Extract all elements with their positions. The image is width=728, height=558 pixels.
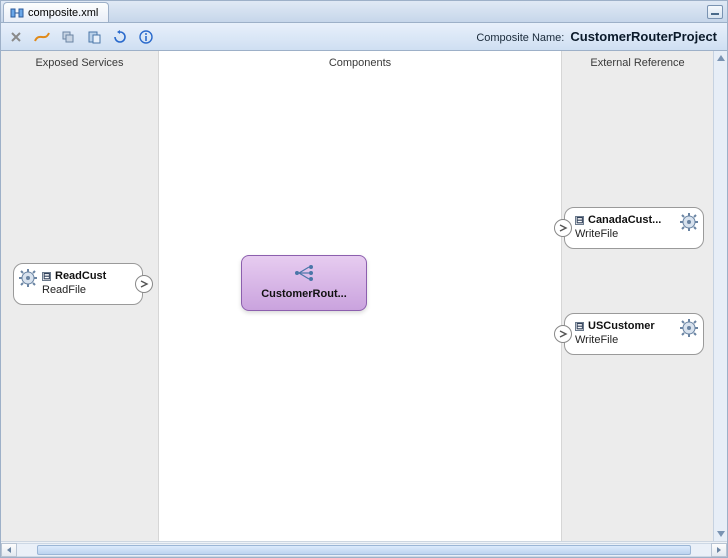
node-subtitle: ReadFile: [42, 284, 132, 296]
composite-name-value: CustomerRouterProject: [570, 29, 717, 44]
lane-exposed-services: Exposed Services ⊟ ReadCust ReadFile: [1, 51, 159, 541]
node-canada-customer[interactable]: ⊟ CanadaCust... WriteFile: [564, 207, 704, 249]
scroll-down-icon[interactable]: [716, 529, 726, 539]
node-title: ⊟ CanadaCust...: [575, 214, 675, 226]
tab-composite-xml[interactable]: composite.xml: [3, 2, 109, 22]
node-readcust[interactable]: ⊟ ReadCust ReadFile: [13, 263, 143, 305]
canvas-wrap: Exposed Services ⊟ ReadCust ReadFile: [1, 51, 727, 557]
design-canvas[interactable]: Exposed Services ⊟ ReadCust ReadFile: [1, 51, 727, 541]
vertical-scroll-gutter[interactable]: [713, 51, 727, 541]
lane-components: Components CustomerRout...: [159, 51, 561, 541]
node-title-text: CanadaCust...: [588, 214, 661, 226]
lane-external-reference: External Reference ⊟ CanadaCust... Write…: [561, 51, 713, 541]
node-subtitle: WriteFile: [575, 228, 675, 240]
collapse-icon[interactable]: ⊟: [575, 322, 584, 331]
node-subtitle: WriteFile: [575, 334, 675, 346]
scroll-up-icon[interactable]: [716, 53, 726, 63]
lane-header-exposed: Exposed Services: [1, 51, 158, 75]
horizontal-scrollbar[interactable]: [1, 541, 727, 557]
info-icon[interactable]: [137, 28, 155, 46]
node-title: ⊟ USCustomer: [575, 320, 675, 332]
scrollbar-track[interactable]: [17, 543, 711, 557]
scroll-left-button[interactable]: [1, 543, 17, 557]
input-port[interactable]: [554, 219, 572, 237]
lane-header-external: External Reference: [562, 51, 713, 75]
node-title: ⊟ ReadCust: [42, 270, 132, 282]
refresh-icon[interactable]: [111, 28, 129, 46]
node-us-customer[interactable]: ⊟ USCustomer WriteFile: [564, 313, 704, 355]
toolbar: Composite Name: CustomerRouterProject: [1, 23, 727, 51]
gear-icon: [18, 268, 38, 288]
delete-icon[interactable]: [7, 28, 25, 46]
scroll-right-button[interactable]: [711, 543, 727, 557]
component-label: CustomerRout...: [248, 288, 360, 300]
editor-window: composite.xml Composite Name: Custom: [0, 0, 728, 558]
copy-icon[interactable]: [59, 28, 77, 46]
output-port[interactable]: [135, 275, 153, 293]
gear-icon: [679, 212, 699, 232]
wire-icon[interactable]: [33, 28, 51, 46]
minimize-button[interactable]: [707, 5, 723, 19]
gear-icon: [679, 318, 699, 338]
node-title-text: USCustomer: [588, 320, 655, 332]
collapse-icon[interactable]: ⊟: [575, 216, 584, 225]
collapse-icon[interactable]: ⊟: [42, 272, 51, 281]
tab-bar: composite.xml: [1, 1, 727, 23]
paste-icon[interactable]: [85, 28, 103, 46]
tab-label: composite.xml: [28, 7, 98, 19]
composite-file-icon: [10, 6, 24, 20]
composite-name-label: Composite Name:: [476, 32, 564, 44]
input-port[interactable]: [554, 325, 572, 343]
composite-name-area: Composite Name: CustomerRouterProject: [476, 29, 721, 44]
lane-header-components: Components: [159, 51, 561, 75]
node-customer-router[interactable]: CustomerRout...: [241, 255, 367, 311]
node-title-text: ReadCust: [55, 270, 106, 282]
mediator-icon: [248, 264, 360, 282]
scrollbar-thumb[interactable]: [37, 545, 691, 555]
